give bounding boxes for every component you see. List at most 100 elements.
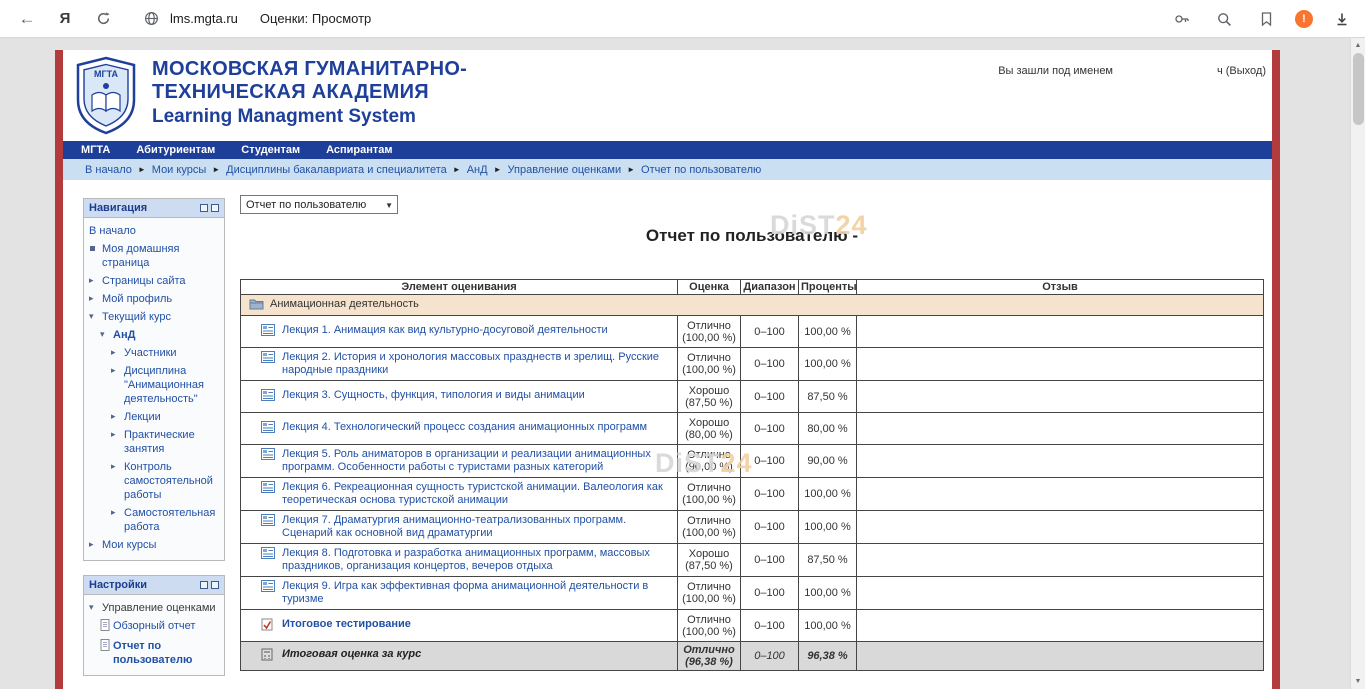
block-dock-icon[interactable] bbox=[211, 204, 219, 212]
scrollbar[interactable]: ▲ ▼ bbox=[1350, 38, 1365, 689]
sidebar-item[interactable]: ▸Мой профиль bbox=[85, 290, 223, 308]
grade-item-link[interactable]: Лекция 5. Роль аниматоров в организации … bbox=[282, 448, 673, 474]
search-icon[interactable] bbox=[1211, 6, 1237, 32]
site-title: МОСКОВСКАЯ ГУМАНИТАРНО- ТЕХНИЧЕСКАЯ АКАД… bbox=[152, 58, 467, 129]
navbar-item[interactable]: Студентам bbox=[241, 144, 300, 156]
sidebar-item[interactable]: ▾Управление оценками bbox=[85, 599, 223, 617]
navigation-block-header: Навигация bbox=[84, 199, 224, 218]
sidebar-item[interactable]: Моя домашняя страница bbox=[85, 240, 223, 272]
refresh-icon[interactable] bbox=[90, 6, 116, 32]
url-text[interactable]: lms.mgta.ru bbox=[170, 11, 238, 26]
sidebar-item[interactable]: Отчет по пользователю bbox=[85, 637, 223, 669]
lesson-icon bbox=[261, 580, 276, 595]
academy-logo[interactable]: МГТА bbox=[75, 56, 137, 140]
feedback-cell bbox=[857, 511, 1264, 544]
item-name-cell: Лекция 9. Игра как эффективная форма ани… bbox=[241, 577, 678, 610]
navbar-item[interactable]: Аспирантам bbox=[326, 144, 392, 156]
report-type-select[interactable]: Отчет по пользователю ▼ bbox=[240, 195, 398, 214]
scrollbar-thumb[interactable] bbox=[1353, 53, 1364, 125]
feedback-cell bbox=[857, 610, 1264, 642]
breadcrumb-link[interactable]: АнД bbox=[467, 164, 488, 176]
grade-item-link[interactable]: Лекция 2. История и хронология массовых … bbox=[282, 351, 673, 377]
scroll-down-arrow[interactable]: ▼ bbox=[1351, 678, 1365, 685]
grade-cell: Отлично(100,00 %) bbox=[678, 610, 741, 642]
sidebar-item[interactable]: ▸Контроль самостоятельной работы bbox=[85, 458, 223, 504]
sidebar-item[interactable]: ▸Практические занятия bbox=[85, 426, 223, 458]
block-move-icon[interactable] bbox=[200, 204, 208, 212]
block-move-icon[interactable] bbox=[200, 581, 208, 589]
sidebar-item[interactable]: ▸Участники bbox=[85, 344, 223, 362]
breadcrumb-link[interactable]: Мои курсы bbox=[152, 164, 206, 176]
desktop: МГТА МОСКОВСКАЯ ГУМАНИТАРНО- ТЕХНИЧЕСКАЯ… bbox=[0, 38, 1365, 689]
expanded-triangle-icon: ▾ bbox=[89, 601, 102, 614]
grade-cell: Отлично(100,00 %) bbox=[678, 348, 741, 381]
grade-item-link[interactable]: Лекция 9. Игра как эффективная форма ани… bbox=[282, 580, 673, 606]
grade-item-link[interactable]: Лекция 1. Анимация как вид культурно-дос… bbox=[282, 324, 608, 337]
collapsed-triangle-icon: ▸ bbox=[111, 410, 124, 423]
range-cell: 0–100 bbox=[741, 348, 799, 381]
notifications-icon[interactable]: ! bbox=[1295, 10, 1313, 28]
calculator-icon bbox=[261, 648, 276, 664]
breadcrumb-link[interactable]: Дисциплины бакалавриата и специалитета bbox=[226, 164, 447, 176]
grade-item-row: Лекция 6. Рекреационная сущность туристс… bbox=[241, 478, 1264, 511]
grade-item-link[interactable]: Лекция 6. Рекреационная сущность туристс… bbox=[282, 481, 673, 507]
sidebar-item[interactable]: ▾АнД bbox=[85, 326, 223, 344]
grade-item-link[interactable]: Лекция 8. Подготовка и разработка анимац… bbox=[282, 547, 673, 573]
grade-label: Хорошо bbox=[680, 417, 738, 429]
bookmark-icon[interactable] bbox=[1253, 6, 1279, 32]
grade-percent-label: (96,38 %) bbox=[680, 656, 738, 668]
block-dock-icon[interactable] bbox=[211, 581, 219, 589]
yandex-logo-icon[interactable]: Я bbox=[52, 10, 78, 27]
breadcrumb-link[interactable]: Управление оценками bbox=[508, 164, 622, 176]
sidebar-item-label: Отчет по пользователю bbox=[113, 639, 221, 667]
folder-icon bbox=[249, 298, 264, 313]
sidebar-item-label: Мои курсы bbox=[102, 538, 221, 552]
feedback-cell bbox=[857, 478, 1264, 511]
sidebar-item[interactable]: ▸Лекции bbox=[85, 408, 223, 426]
scroll-up-arrow[interactable]: ▲ bbox=[1351, 42, 1365, 49]
navbar-item[interactable]: МГТА bbox=[81, 144, 110, 156]
page-content: Навигация В началоМоя домашняя страница▸… bbox=[63, 180, 1272, 689]
grade-item-link[interactable]: Лекция 4. Технологический процесс создан… bbox=[282, 421, 647, 434]
category-name-wrap: Анимационная деятельность bbox=[249, 298, 1259, 313]
grade-cell: Хорошо(87,50 %) bbox=[678, 544, 741, 577]
grade-table-body: Анимационная деятельность Лекция 1. Анима… bbox=[241, 295, 1264, 671]
collapsed-triangle-icon: ▸ bbox=[111, 428, 124, 441]
download-icon[interactable] bbox=[1329, 6, 1355, 32]
sidebar-item[interactable]: ▸Самостоятельная работа bbox=[85, 504, 223, 536]
range-cell: 0–100 bbox=[741, 577, 799, 610]
feedback-cell bbox=[857, 348, 1264, 381]
grade-label: Отлично bbox=[680, 614, 738, 626]
range-cell: 0–100 bbox=[741, 413, 799, 445]
sidebar-item[interactable]: В начало bbox=[85, 222, 223, 240]
lesson-icon bbox=[261, 448, 276, 463]
category-row: Анимационная деятельность bbox=[241, 295, 1264, 316]
item-name-cell: Лекция 2. История и хронология массовых … bbox=[241, 348, 678, 381]
grade-item-row: Лекция 5. Роль аниматоров в организации … bbox=[241, 445, 1264, 478]
sidebar-item[interactable]: ▾Текущий курс bbox=[85, 308, 223, 326]
grade-item-link[interactable]: Итоговое тестирование bbox=[282, 618, 411, 631]
navbar-item[interactable]: Абитуриентам bbox=[136, 144, 215, 156]
key-icon[interactable] bbox=[1169, 6, 1195, 32]
collapsed-triangle-icon: ▸ bbox=[111, 460, 124, 473]
sidebar-item[interactable]: Обзорный отчет bbox=[85, 617, 223, 637]
logout-link[interactable]: ч (Выход) bbox=[1217, 65, 1266, 77]
item-name-cell: Лекция 3. Сущность, функция, типология и… bbox=[241, 381, 678, 413]
sidebar-item[interactable]: ▸Мои курсы bbox=[85, 536, 223, 554]
percent-cell: 80,00 % bbox=[799, 413, 857, 445]
sidebar-item-label: Дисциплина "Анимационная деятельность" bbox=[124, 364, 221, 406]
grade-item-link[interactable]: Лекция 7. Драматургия анимационно-театра… bbox=[282, 514, 673, 540]
lesson-icon bbox=[261, 514, 276, 529]
grade-item-link[interactable]: Лекция 3. Сущность, функция, типология и… bbox=[282, 389, 585, 402]
back-icon[interactable]: ← bbox=[14, 6, 40, 32]
grade-label: Отлично bbox=[680, 482, 738, 494]
sidebar-item[interactable]: ▸Страницы сайта bbox=[85, 272, 223, 290]
breadcrumb-link[interactable]: Отчет по пользователю bbox=[641, 164, 761, 176]
breadcrumb-link[interactable]: В начало bbox=[85, 164, 132, 176]
sidebar-item-label: АнД bbox=[113, 328, 221, 342]
feedback-cell bbox=[857, 544, 1264, 577]
feedback-cell bbox=[857, 577, 1264, 610]
settings-items: ▾Управление оценкамиОбзорный отчетОтчет … bbox=[84, 595, 224, 675]
range-cell: 0–100 bbox=[741, 316, 799, 348]
sidebar-item[interactable]: ▸Дисциплина "Анимационная деятельность" bbox=[85, 362, 223, 408]
